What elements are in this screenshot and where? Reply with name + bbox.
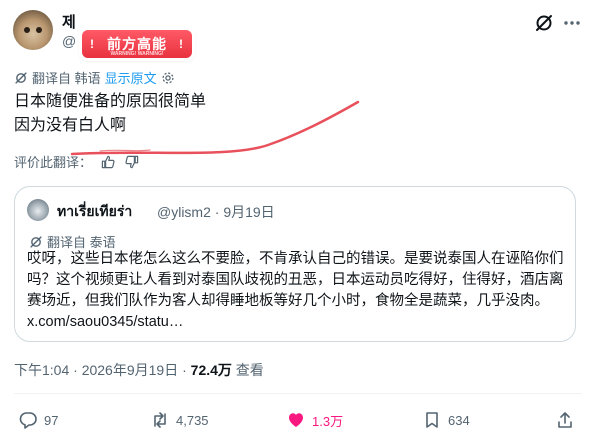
more-icon [564, 21, 580, 25]
share-button[interactable] [555, 410, 575, 430]
bookmark-count: 634 [448, 412, 470, 428]
share-icon [558, 412, 572, 428]
post-time[interactable]: 下午1:04 [14, 362, 69, 378]
views-label: 查看 [231, 362, 264, 378]
avatar[interactable] [13, 10, 53, 50]
quoted-post[interactable]: ทาเรี่ยเทียร่า @ylism2 · 9月19日 翻译自 泰语 哎呀… [14, 186, 576, 342]
display-name[interactable]: 제 [62, 11, 76, 32]
view-count[interactable]: 72.4万 [191, 362, 232, 378]
post-date[interactable]: 2026年9月19日 [82, 362, 179, 378]
translated-from-label: 翻译自 韩语 [32, 71, 101, 86]
translation-row: 翻译自 韩语 显示原文 [14, 68, 175, 87]
heart-icon [289, 413, 303, 427]
bookmark-button[interactable]: 634 [422, 410, 470, 430]
grok-translate-button[interactable] [530, 9, 558, 37]
like-button[interactable]: 1.3万 [286, 410, 343, 430]
thumbs-down-icon[interactable] [124, 154, 140, 170]
translate-icon [536, 15, 552, 31]
gear-icon[interactable] [161, 71, 175, 85]
repost-button[interactable]: 4,735 [150, 410, 209, 430]
repost-count: 4,735 [176, 412, 209, 428]
translate-icon [15, 71, 27, 84]
repost-icon [154, 412, 166, 428]
rate-translation-row: 评价此翻译： [14, 152, 140, 171]
quote-handle-date[interactable]: @ylism2 · 9月19日 [157, 202, 275, 222]
divider [14, 393, 582, 394]
reply-button[interactable]: 97 [18, 410, 58, 430]
show-original-link[interactable]: 显示原文 [105, 68, 157, 87]
post-line: 因为没有白人啊 [14, 117, 127, 134]
more-button[interactable] [558, 9, 586, 37]
separator: · [69, 362, 82, 378]
exclamation-icon: ! [179, 37, 184, 51]
post-text: 日本随便准备的原因很简单 因为没有白人啊 [14, 90, 206, 138]
translate-icon [30, 235, 42, 248]
reply-icon [19, 412, 37, 429]
rate-translation-label: 评价此翻译： [14, 155, 93, 170]
like-count: 1.3万 [312, 413, 344, 429]
bookmark-icon [426, 412, 438, 428]
sticker-overlay: ! 前方高能 ! WARNING! WARNING! [82, 30, 192, 58]
quote-text: 哎呀，这些日本佬怎么这么不要脸，不肯承认自己的错误。是要说泰国人在诬陷你们吗？这… [27, 251, 564, 330]
separator: · [178, 362, 191, 378]
timestamp-row: 下午1:04 · 2026年9月19日 · 72.4万 查看 [14, 360, 264, 380]
quote-display-name[interactable]: ทาเรี่ยเทียร่า [57, 201, 132, 223]
avatar-eye [24, 27, 30, 33]
quote-avatar[interactable] [27, 199, 49, 221]
thumbs-up-icon[interactable] [100, 154, 116, 170]
reply-count: 97 [44, 412, 59, 428]
post-line: 日本随便准备的原因很简单 [14, 93, 207, 110]
sticker-subtext: WARNING! WARNING! [110, 51, 164, 57]
handle[interactable]: @ [62, 33, 76, 49]
avatar-eye [36, 27, 42, 33]
exclamation-icon: ! [90, 37, 95, 51]
